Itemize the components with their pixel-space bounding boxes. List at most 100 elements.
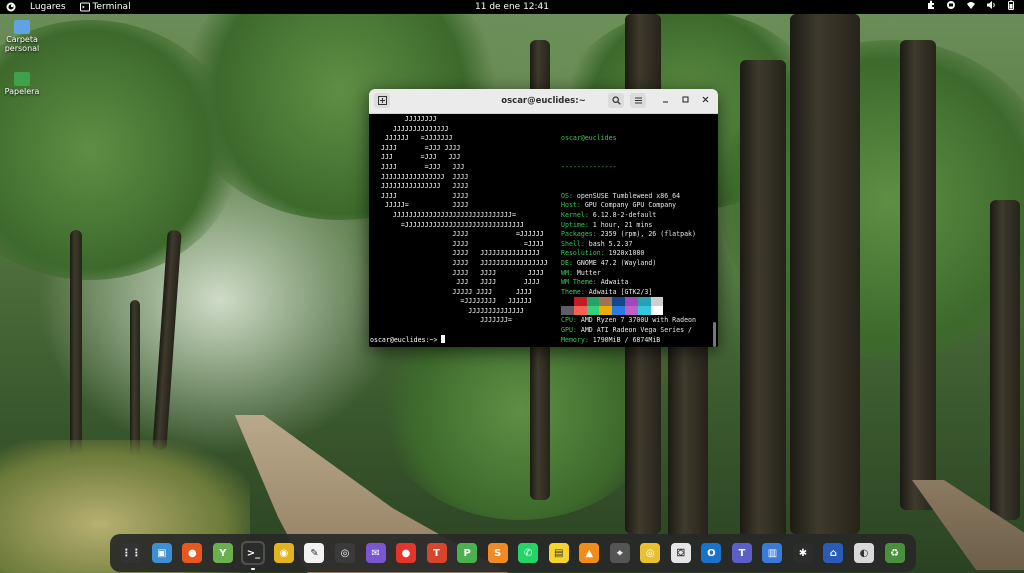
info-line: DE: GNOME 47.2 (Wayland) bbox=[561, 259, 696, 269]
dock-app-grid[interactable]: ⋮⋮ bbox=[119, 541, 143, 565]
dock-document-viewer[interactable]: ▥ bbox=[760, 541, 784, 565]
dock-inkscape[interactable]: ✱ bbox=[791, 541, 815, 565]
close-button[interactable] bbox=[699, 95, 711, 107]
desktop-icon-home[interactable]: Carpeta personal bbox=[4, 20, 40, 53]
top-bar: Lugares Terminal 11 de ene 12:41 bbox=[0, 0, 1024, 14]
palette-swatch bbox=[561, 297, 574, 306]
info-key: WM Theme: bbox=[561, 278, 597, 287]
inkscape-icon: ✱ bbox=[792, 543, 813, 563]
terminal-headerbar[interactable]: oscar@euclides:~ bbox=[369, 89, 718, 114]
search-button[interactable] bbox=[608, 93, 624, 108]
info-line: Memory: 1790MiB / 6874MiB bbox=[561, 336, 696, 346]
info-value: AMD Ryzen 7 3700U with Radeon bbox=[576, 316, 696, 325]
wps-spreadsheet-icon: S bbox=[487, 543, 508, 563]
teams-icon: T bbox=[731, 543, 752, 563]
info-key: Host: bbox=[561, 201, 581, 210]
dock-recorder[interactable]: ● bbox=[394, 541, 418, 565]
maximize-icon bbox=[682, 96, 688, 103]
battery-icon[interactable] bbox=[1006, 0, 1016, 10]
info-key: CPU: bbox=[561, 316, 577, 325]
info-line: Shell: bash 5.2.37 bbox=[561, 240, 696, 250]
scrollbar[interactable] bbox=[713, 322, 716, 347]
extensions-icon[interactable] bbox=[926, 0, 936, 10]
network-icon[interactable] bbox=[946, 0, 956, 10]
clock[interactable]: 11 de ene 12:41 bbox=[0, 0, 1024, 14]
menu-button[interactable] bbox=[630, 93, 646, 108]
dock-obs[interactable]: ◎ bbox=[333, 541, 357, 565]
info-value: Adwaita [GTK2/3] bbox=[584, 287, 653, 296]
info-value: Adwaita bbox=[596, 278, 629, 287]
palette-swatch bbox=[624, 306, 638, 315]
terminal-window[interactable]: oscar@euclides:~ JJJJJJJJ JJJJJJJJJJJJJJ… bbox=[369, 89, 718, 347]
dock-wps-spreadsheet[interactable]: S bbox=[486, 541, 510, 565]
desktop-icon-trash[interactable]: Papelera bbox=[4, 72, 40, 96]
dock-yast[interactable]: Y bbox=[211, 541, 235, 565]
palette-swatch bbox=[599, 306, 613, 315]
info-key: Uptime: bbox=[561, 220, 589, 229]
info-key: WM: bbox=[561, 268, 573, 277]
close-icon bbox=[702, 96, 708, 103]
dock-desktop-folder[interactable]: ▣ bbox=[150, 541, 174, 565]
palette-swatch bbox=[612, 297, 625, 306]
terminal-output[interactable]: JJJJJJJJ JJJJJJJJJJJJJJ JJJJJJ =JJJJJJJ … bbox=[369, 114, 718, 347]
palette-swatch bbox=[650, 297, 664, 306]
info-value: openSUSE Tumbleweed x86_64 bbox=[572, 191, 681, 200]
user-host: oscar@euclides bbox=[561, 134, 617, 143]
recorder-icon: ● bbox=[396, 543, 417, 563]
separator: -------------- bbox=[561, 162, 617, 171]
info-value: 1920x1080 bbox=[604, 249, 645, 258]
palette-swatch bbox=[573, 297, 587, 306]
info-key: Resolution: bbox=[561, 249, 605, 258]
dock-mail[interactable]: ✉ bbox=[364, 541, 388, 565]
dock-software-store[interactable]: ⛋ bbox=[669, 541, 693, 565]
dock-screenshot[interactable]: ⌖ bbox=[608, 541, 632, 565]
dock-wps-presentation[interactable]: P bbox=[455, 541, 479, 565]
palette-swatch bbox=[573, 306, 587, 315]
dock-sticky-notes[interactable]: ▤ bbox=[547, 541, 571, 565]
dock-disc-burner[interactable]: ◐ bbox=[852, 541, 876, 565]
dock-outlook[interactable]: O bbox=[699, 541, 723, 565]
desktop-icon-label: Carpeta personal bbox=[4, 35, 40, 53]
trash-icon: ♻ bbox=[884, 543, 905, 563]
info-line: CPU: AMD Ryzen 7 3700U with Radeon bbox=[561, 316, 696, 326]
shell-prompt[interactable]: oscar@euclides:~> bbox=[370, 335, 445, 346]
dock-firefox[interactable]: ● bbox=[180, 541, 204, 565]
info-key: Shell: bbox=[561, 239, 585, 248]
disc-icon: ◎ bbox=[640, 543, 661, 563]
dock-wps-writer[interactable]: T bbox=[425, 541, 449, 565]
prompt-text: oscar@euclides:~> bbox=[370, 336, 438, 344]
dock-disc[interactable]: ◎ bbox=[638, 541, 662, 565]
info-line: OS: openSUSE Tumbleweed x86_64 bbox=[561, 192, 696, 202]
text-editor-icon: ✎ bbox=[304, 543, 325, 563]
system-tray[interactable] bbox=[926, 0, 1016, 10]
info-key: GPU: bbox=[561, 326, 577, 335]
info-value: AMD ATI Radeon Vega Series / bbox=[576, 326, 693, 335]
dock-chrome[interactable]: ◉ bbox=[272, 541, 296, 565]
minimize-icon bbox=[662, 101, 668, 103]
dock-terminal[interactable]: >_ bbox=[241, 541, 266, 570]
firefox-icon: ● bbox=[182, 543, 203, 563]
mail-icon: ✉ bbox=[365, 543, 386, 563]
wifi-icon[interactable] bbox=[966, 0, 976, 10]
info-line: Host: GPU Company GPU Company bbox=[561, 201, 696, 211]
info-key: Memory: bbox=[561, 335, 589, 344]
info-line: Resolution: 1920x1080 bbox=[561, 249, 696, 259]
dock-teams[interactable]: T bbox=[730, 541, 754, 565]
info-value: GPU Company GPU Company bbox=[580, 201, 677, 210]
info-line: Packages: 2359 (rpm), 26 (flatpak) bbox=[561, 230, 696, 240]
dock-scanner[interactable]: ⌂ bbox=[821, 541, 845, 565]
palette-swatch bbox=[637, 297, 651, 306]
speaker-icon[interactable] bbox=[986, 0, 996, 10]
trash-icon bbox=[14, 72, 30, 86]
dock-trash[interactable]: ♻ bbox=[883, 541, 907, 565]
color-palette bbox=[561, 297, 664, 315]
dock-whatsapp[interactable]: ✆ bbox=[516, 541, 540, 565]
text-cursor bbox=[440, 335, 445, 343]
maximize-button[interactable] bbox=[679, 95, 691, 107]
minimize-button[interactable] bbox=[659, 95, 671, 107]
dock-text-editor[interactable]: ✎ bbox=[302, 541, 326, 565]
sticky-notes-icon: ▤ bbox=[548, 543, 569, 563]
dock-vlc[interactable]: ▲ bbox=[577, 541, 601, 565]
info-key: OS: bbox=[561, 191, 573, 200]
palette-swatch bbox=[612, 306, 625, 315]
